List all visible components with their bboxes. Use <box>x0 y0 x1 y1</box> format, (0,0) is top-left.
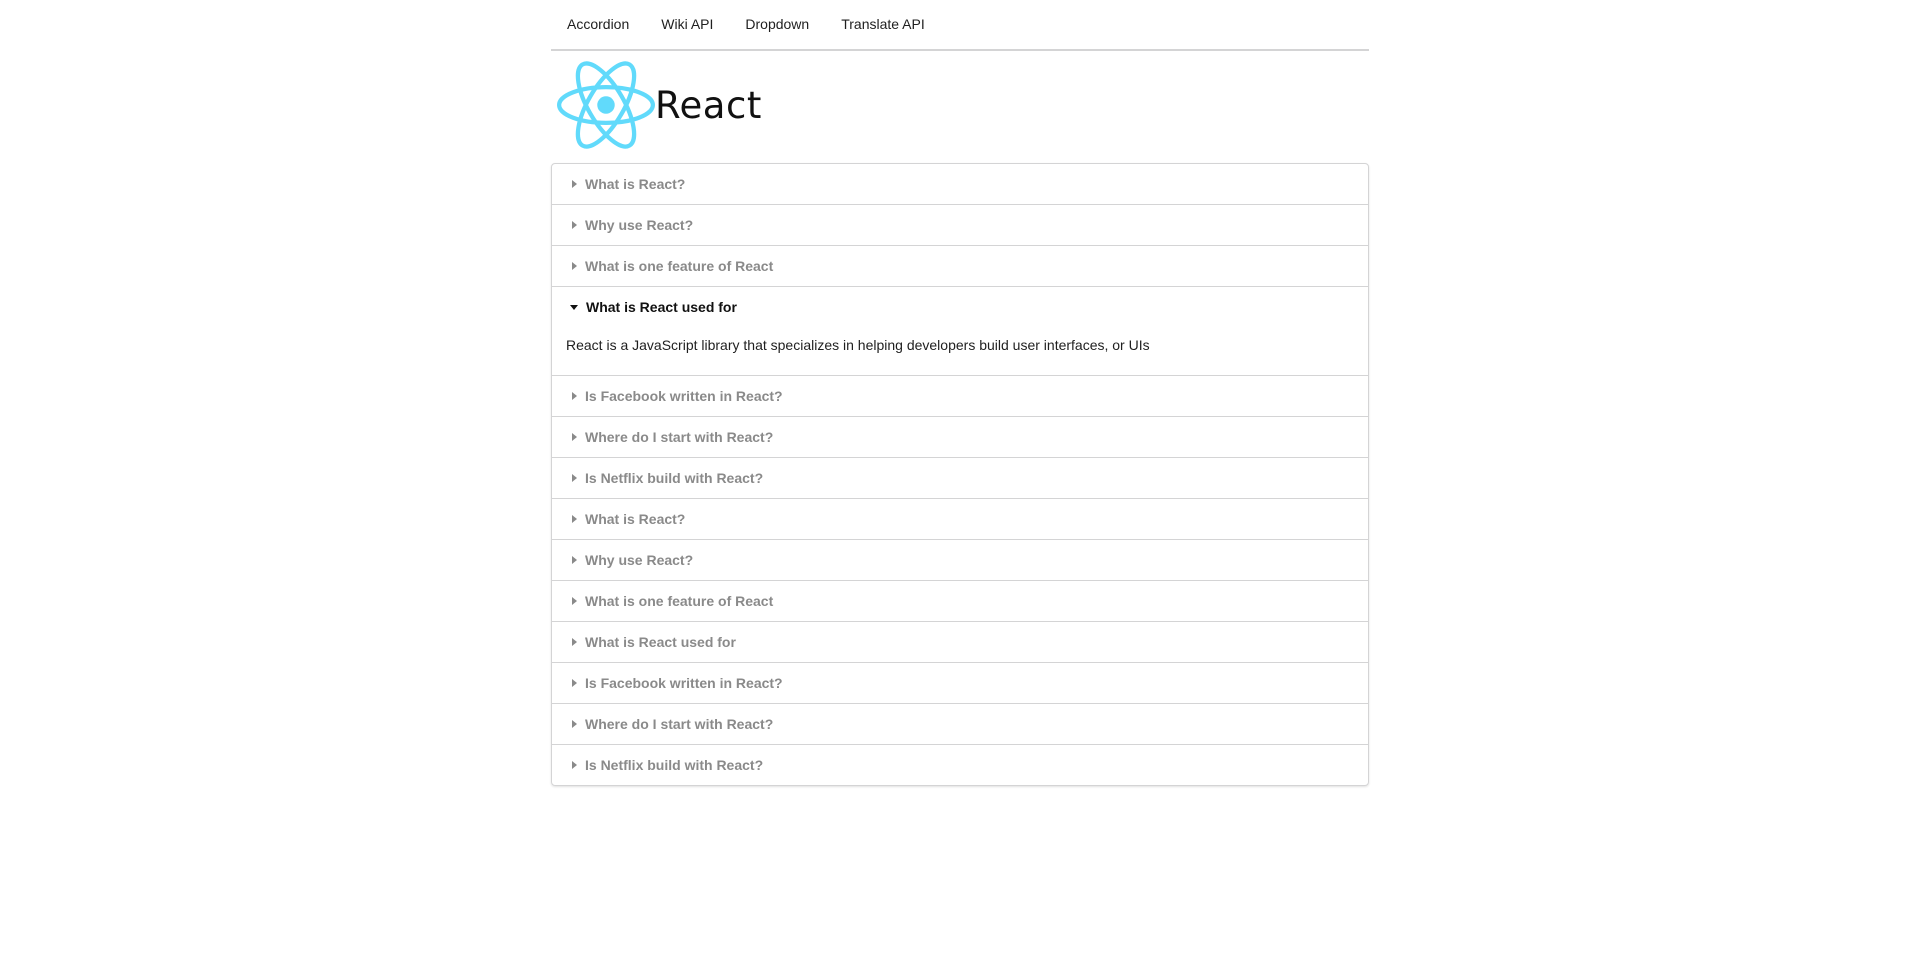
accordion-title[interactable]: What is one feature of React <box>552 581 1368 621</box>
react-logo: React <box>551 51 1369 159</box>
accordion-item: What is React? <box>552 164 1368 204</box>
accordion-title-label: Where do I start with React? <box>585 716 774 732</box>
accordion-title[interactable]: Is Facebook written in React? <box>552 663 1368 703</box>
accordion-title-label: What is React? <box>585 511 686 527</box>
accordion-item: What is React used for React is a JavaScr… <box>552 286 1368 375</box>
logo-text: React <box>655 83 762 127</box>
accordion-title[interactable]: Is Netflix build with React? <box>552 458 1368 498</box>
accordion-item: What is React used for <box>552 621 1368 662</box>
caret-right-icon <box>572 720 577 728</box>
nav-menu: Accordion Wiki API Dropdown Translate AP… <box>551 0 1369 51</box>
accordion-item: Is Facebook written in React? <box>552 662 1368 703</box>
accordion-item: What is React? <box>552 498 1368 539</box>
nav-item-accordion[interactable]: Accordion <box>551 0 645 49</box>
app-container: Accordion Wiki API Dropdown Translate AP… <box>551 0 1369 786</box>
accordion-title[interactable]: Why use React? <box>552 205 1368 245</box>
caret-right-icon <box>572 761 577 769</box>
accordion-title-label: Is Facebook written in React? <box>585 388 783 404</box>
accordion-item: Is Facebook written in React? <box>552 375 1368 416</box>
accordion-title[interactable]: What is React used for <box>552 287 1368 327</box>
caret-right-icon <box>572 433 577 441</box>
accordion-title-label: What is one feature of React <box>585 258 774 274</box>
caret-right-icon <box>572 392 577 400</box>
caret-right-icon <box>572 679 577 687</box>
caret-right-icon <box>572 515 577 523</box>
accordion-title-label: Is Netflix build with React? <box>585 470 764 486</box>
nav-item-translate-api[interactable]: Translate API <box>825 0 941 49</box>
accordion-title-label: Is Netflix build with React? <box>585 757 764 773</box>
react-atom-icon <box>557 61 655 149</box>
caret-right-icon <box>572 221 577 229</box>
accordion-title-label: Is Facebook written in React? <box>585 675 783 691</box>
caret-right-icon <box>572 597 577 605</box>
caret-right-icon <box>572 556 577 564</box>
accordion-title[interactable]: Is Netflix build with React? <box>552 745 1368 785</box>
accordion-title-label: Why use React? <box>585 552 694 568</box>
accordion-item: Why use React? <box>552 204 1368 245</box>
accordion-title[interactable]: What is one feature of React <box>552 246 1368 286</box>
accordion-item: What is one feature of React <box>552 245 1368 286</box>
accordion-title-label: What is React used for <box>586 299 737 315</box>
accordion-item: Where do I start with React? <box>552 416 1368 457</box>
accordion-item: Is Netflix build with React? <box>552 457 1368 498</box>
accordion-title[interactable]: Is Facebook written in React? <box>552 376 1368 416</box>
accordion-title[interactable]: What is React? <box>552 164 1368 204</box>
accordion-title-label: What is one feature of React <box>585 593 774 609</box>
accordion-item: Where do I start with React? <box>552 703 1368 744</box>
accordion-title[interactable]: Where do I start with React? <box>552 417 1368 457</box>
accordion-title[interactable]: Why use React? <box>552 540 1368 580</box>
nav-item-wiki-api[interactable]: Wiki API <box>645 0 729 49</box>
accordion-item: Is Netflix build with React? <box>552 744 1368 785</box>
accordion-item: Why use React? <box>552 539 1368 580</box>
accordion-title-label: Why use React? <box>585 217 694 233</box>
accordion-title-label: What is React used for <box>585 634 736 650</box>
caret-down-icon <box>570 304 578 310</box>
accordion: What is React? Why use React? What is one … <box>551 163 1369 786</box>
accordion-title-label: What is React? <box>585 176 686 192</box>
nav-item-dropdown[interactable]: Dropdown <box>729 0 825 49</box>
accordion-title[interactable]: Where do I start with React? <box>552 704 1368 744</box>
caret-right-icon <box>572 474 577 482</box>
accordion-title[interactable]: What is React? <box>552 499 1368 539</box>
caret-right-icon <box>572 180 577 188</box>
accordion-item: What is one feature of React <box>552 580 1368 621</box>
caret-right-icon <box>572 262 577 270</box>
accordion-title-label: Where do I start with React? <box>585 429 774 445</box>
caret-right-icon <box>572 638 577 646</box>
accordion-title[interactable]: What is React used for <box>552 622 1368 662</box>
accordion-content: React is a JavaScript library that speci… <box>566 337 1150 353</box>
